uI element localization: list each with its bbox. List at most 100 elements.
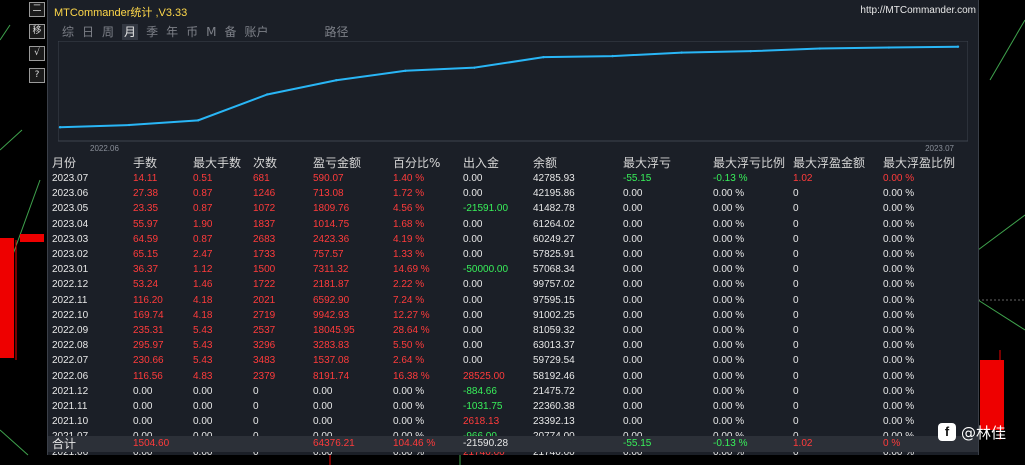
table-cell: 2719 — [253, 309, 276, 321]
table-cell: 0 — [793, 309, 799, 321]
column-header: 出入金 — [463, 156, 500, 170]
table-cell: 0.00 — [623, 279, 643, 291]
help-button[interactable]: ? — [29, 68, 45, 83]
table-cell: 1.40 % — [393, 173, 425, 184]
table-cell: 22360.38 — [533, 401, 575, 412]
tab-6[interactable]: 币 — [186, 24, 198, 40]
table-cell: 0.00 % — [713, 355, 745, 367]
table-cell: 2023.04 — [52, 218, 89, 230]
column-header: 最大浮盈金额 — [793, 156, 866, 170]
column-header: 手数 — [133, 156, 158, 170]
table-cell: 1537.08 — [313, 355, 350, 367]
balance-point-2022.08 — [196, 119, 200, 122]
table-cell: 0.00 % — [713, 203, 745, 215]
candle-left-2 — [20, 234, 44, 242]
table-cell: 0.00 — [623, 401, 643, 412]
table-cell: 0.00 % — [883, 370, 915, 382]
tab-0[interactable]: 综 — [62, 24, 74, 40]
app-url-link[interactable]: http://MTCommander.com — [860, 5, 976, 16]
table-cell: 2423.36 — [313, 233, 350, 245]
chart-plot-area — [58, 41, 968, 142]
balance-point-2022.10 — [335, 79, 338, 82]
table-cell: 1.33 % — [393, 249, 425, 260]
balance-point-2023.07 — [956, 45, 960, 48]
table-cell: 0.00 — [133, 401, 153, 412]
table-row: 2023.05 23.35 0.87 1072 1809.76 4.56 % -21591.… — [48, 201, 978, 217]
column-header: 最大浮亏 — [623, 156, 672, 170]
table-cell: 169.74 — [133, 309, 164, 321]
tab-10[interactable]: 路径 — [325, 24, 349, 40]
table-cell: 0.00 — [133, 416, 153, 428]
table-cell: 0.00 — [463, 294, 483, 306]
table-cell: 8191.74 — [313, 370, 350, 382]
table-cell: 1246 — [253, 188, 276, 200]
table-cell: 1837 — [253, 218, 276, 230]
table-cell: 0 — [253, 401, 259, 412]
table-cell: 0 — [793, 249, 799, 260]
move-button[interactable]: 移 — [29, 24, 45, 39]
table-row: 2023.02 65.15 2.47 1733 757.57 1.33 % 0.00 5782… — [48, 247, 978, 263]
table-cell: 1.12 — [193, 264, 213, 276]
table-cell: -55.15 — [623, 173, 652, 184]
table-row: 2022.11 116.20 4.18 2021 6592.90 7.24 % 0.00 97… — [48, 293, 978, 309]
table-cell: 0.00 — [623, 385, 643, 397]
table-cell: 0 — [793, 279, 799, 291]
table-header: 月份 手数 最大手数 次数 盈亏金额 百分比% 出入金 余额 最大浮亏 最大浮亏比例 最大浮盈金额 最… — [48, 155, 978, 171]
table-cell: 21475.72 — [533, 385, 575, 397]
table-cell: 0.00 — [463, 309, 483, 321]
tab-9[interactable]: 账户 — [244, 24, 268, 40]
check-button[interactable]: √ — [29, 46, 45, 61]
table-cell: 0.00 % — [713, 309, 745, 321]
table-cell: 0.00 — [193, 401, 213, 412]
minimize-button[interactable]: 二 — [29, 2, 45, 17]
table-cell: 0.00 % — [883, 279, 915, 291]
x-tick-label-x_start_label: 2022.06 — [90, 144, 119, 153]
table-cell: 0.00 % — [883, 340, 915, 352]
table-row: 2023.01 36.37 1.12 1500 7311.32 14.69 % -50000… — [48, 262, 978, 278]
table-cell: 3296 — [253, 340, 276, 352]
table-cell: 116.20 — [133, 294, 163, 306]
table-cell: 28525.00 — [463, 370, 505, 382]
table-cell: 0.00 — [623, 309, 643, 321]
balance-point-2022.11 — [404, 69, 407, 72]
table-cell: 0.00 % — [713, 279, 745, 291]
table-cell: 0.00 — [623, 218, 643, 230]
table-cell: -0.13 % — [713, 173, 748, 184]
candle-left-1 — [0, 238, 14, 358]
table-cell: 63013.37 — [533, 340, 575, 352]
table-cell: 9942.93 — [313, 309, 350, 321]
table-cell: 235.31 — [133, 325, 164, 336]
tab-1[interactable]: 日 — [82, 24, 94, 40]
table-cell: 55.97 — [133, 218, 159, 230]
table-cell: 81059.32 — [533, 325, 575, 336]
table-cell: 0.00 % — [883, 385, 915, 397]
table-cell: 0.00 — [313, 385, 333, 397]
title-bar: MTCommander统计 ,V3.33 http://MTCommander.… — [48, 0, 978, 22]
table-cell: 2023.06 — [52, 188, 89, 200]
table-cell: 27.38 — [133, 188, 159, 200]
table-cell: 0.00 — [463, 233, 483, 245]
table-cell: 0.00 — [623, 233, 643, 245]
table-cell: 2022.12 — [52, 279, 89, 291]
table-cell: 36.37 — [133, 264, 159, 276]
tab-4[interactable]: 季 — [146, 24, 158, 40]
balance-point-2022.09 — [266, 93, 269, 96]
table-row: 2022.12 53.24 1.46 1722 2181.87 2.22 % 0.00 997… — [48, 277, 978, 293]
table-cell: 4.83 — [193, 370, 213, 382]
table-cell: -884.66 — [463, 385, 497, 397]
tab-7[interactable]: M — [206, 24, 216, 40]
balance-point-2022.07 — [127, 123, 131, 127]
table-cell: 0.00 — [133, 385, 153, 397]
tab-8[interactable]: 备 — [224, 24, 236, 40]
table-cell: 681 — [253, 173, 270, 184]
tab-5[interactable]: 年 — [166, 24, 178, 40]
balance-point-2023.01 — [542, 55, 545, 59]
table-cell: 4.18 — [193, 294, 213, 306]
table-cell: 0.00 % — [713, 325, 745, 336]
table-cell: 0.00 % — [883, 249, 915, 260]
table-row: 2022.07 230.66 5.43 3483 1537.08 2.64 % 0.00 59… — [48, 353, 978, 369]
table-cell: 0.00 — [623, 370, 643, 382]
table-row: 2021.12 0.00 0.00 0 0.00 0.00 % -884.66 21475.7… — [48, 384, 978, 400]
tab-3[interactable]: 月 — [122, 24, 139, 40]
tab-2[interactable]: 周 — [102, 24, 114, 40]
